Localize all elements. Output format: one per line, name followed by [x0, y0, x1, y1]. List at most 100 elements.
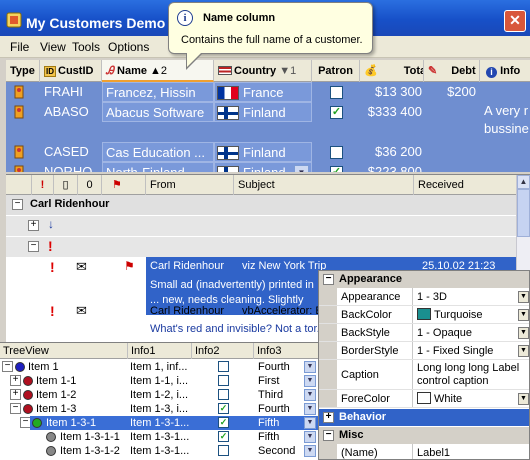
collapse-icon[interactable]: −: [12, 199, 23, 210]
tree-checkbox[interactable]: ✓: [218, 431, 229, 442]
info3-dropdown[interactable]: ▼: [304, 389, 316, 401]
property-value[interactable]: 1 - 3D: [415, 288, 515, 305]
customers-grid[interactable]: Type ID CustID Ꭿ Name ▲2 Country ▼1 Patro…: [6, 60, 530, 172]
tree-checkbox[interactable]: [218, 389, 229, 400]
menu-file[interactable]: File: [10, 40, 29, 54]
tree-row[interactable]: Item 1-3-1-1 Item 1-3-1... ✓ Fifth ▼: [0, 430, 318, 444]
country-dropdown-button[interactable]: ▼: [294, 165, 309, 172]
property-value[interactable]: Turquoise: [415, 306, 515, 323]
tree-row-selected[interactable]: − Item 1-3-1 Item 1-3-1... ✓ Fifth ▼: [0, 416, 318, 430]
info3-dropdown[interactable]: ▼: [304, 375, 316, 387]
table-row[interactable]: NORHO North-Finland Finland ▼ ✓ $223 800: [6, 162, 530, 172]
patron-checkbox[interactable]: [330, 146, 343, 159]
cell-name[interactable]: Francez, Hissin: [102, 82, 214, 102]
cell-country[interactable]: France: [214, 82, 312, 102]
collapse-icon[interactable]: −: [323, 430, 334, 441]
info3-dropdown[interactable]: ▼: [304, 361, 316, 373]
property-row[interactable]: Caption Long long long Label control cap…: [319, 360, 529, 390]
info3-dropdown[interactable]: ▼: [304, 445, 316, 457]
collapse-icon[interactable]: −: [10, 403, 21, 414]
property-value[interactable]: 1 - Fixed Single: [415, 342, 515, 359]
tree-row[interactable]: − Item 1-3 Item 1-3, i... ✓ Fourth ▼: [0, 402, 318, 416]
tree-checkbox[interactable]: ✓: [218, 417, 229, 428]
expand-icon[interactable]: +: [323, 412, 334, 423]
property-row[interactable]: Appearance 1 - 3D ▼: [319, 288, 529, 306]
info3-dropdown[interactable]: ▼: [304, 431, 316, 443]
collapse-icon[interactable]: −: [2, 361, 13, 372]
dropdown-icon[interactable]: ▼: [518, 345, 529, 357]
col-country[interactable]: Country ▼1: [214, 60, 312, 82]
scroll-up-icon[interactable]: ▲: [517, 175, 530, 189]
tree-checkbox[interactable]: [218, 445, 229, 456]
table-row[interactable]: CASED Cas Education ... Finland $36 200: [6, 142, 530, 162]
collapse-icon[interactable]: −: [28, 241, 39, 252]
mail-subgroup-row[interactable]: − !: [6, 237, 516, 257]
col-from[interactable]: From: [146, 175, 234, 195]
tree-checkbox[interactable]: ✓: [218, 403, 229, 414]
cell-country-combo[interactable]: Finland ▼: [214, 162, 312, 172]
property-grid[interactable]: − Appearance Appearance 1 - 3D ▼ BackCol…: [318, 270, 530, 460]
attachment-icon[interactable]: 0: [78, 175, 102, 195]
info3-dropdown[interactable]: ▼: [304, 417, 316, 429]
cell-country[interactable]: Finland: [214, 142, 312, 162]
col-received[interactable]: Received: [414, 175, 516, 195]
cell-country[interactable]: Finland: [214, 102, 312, 122]
dropdown-icon[interactable]: ▼: [518, 327, 529, 339]
expand-icon[interactable]: +: [10, 375, 21, 386]
col-info2[interactable]: Info2: [192, 343, 254, 359]
cell-name[interactable]: Abacus Software: [102, 102, 214, 122]
patron-checkbox[interactable]: [330, 86, 343, 99]
tree-row[interactable]: + Item 1-1 Item 1-1, i... First ▼: [0, 374, 318, 388]
category-appearance[interactable]: − Appearance: [319, 271, 529, 288]
property-value[interactable]: Label1: [415, 444, 515, 459]
dropdown-icon[interactable]: ▼: [518, 393, 529, 405]
dropdown-icon[interactable]: ▼: [518, 291, 529, 303]
col-info[interactable]: i Info: [480, 60, 530, 82]
tree-row[interactable]: − Item 1 Item 1, inf... Fourth ▼: [0, 360, 318, 374]
tree-checkbox[interactable]: [218, 361, 229, 372]
cell-name[interactable]: North-Finland: [102, 162, 214, 172]
col-custid[interactable]: ID CustID: [40, 60, 102, 82]
property-row[interactable]: ForeColor White ▼: [319, 390, 529, 408]
expand-icon[interactable]: +: [10, 389, 21, 400]
col-debt[interactable]: ✎ Debt: [424, 60, 480, 82]
patron-checkbox[interactable]: ✓: [330, 106, 343, 119]
patron-checkbox[interactable]: ✓: [330, 166, 343, 172]
expand-icon[interactable]: +: [28, 220, 39, 231]
col-patron[interactable]: Patron: [312, 60, 360, 82]
cell-name[interactable]: Cas Education ...: [102, 142, 214, 162]
mail-group-row[interactable]: − Carl Ridenhour: [6, 195, 516, 215]
category-misc[interactable]: − Misc: [319, 427, 529, 444]
mail-subgroup-row[interactable]: + ↓: [6, 216, 516, 236]
tree-grid[interactable]: TreeView Info1 Info2 Info3 − Item 1 Item…: [0, 342, 318, 460]
document-icon[interactable]: ▯: [54, 175, 78, 195]
menu-view[interactable]: View: [40, 40, 66, 54]
property-value[interactable]: Long long long Label control caption: [415, 360, 527, 389]
scroll-thumb[interactable]: [517, 189, 530, 237]
col-info1[interactable]: Info1: [128, 343, 192, 359]
close-button[interactable]: ✕: [504, 10, 526, 32]
tree-row[interactable]: + Item 1-2 Item 1-2, i... Third ▼: [0, 388, 318, 402]
property-row[interactable]: BackStyle 1 - Opaque ▼: [319, 324, 529, 342]
collapse-icon[interactable]: −: [323, 274, 334, 285]
col-total[interactable]: 💰Total: [360, 60, 424, 82]
menu-tools[interactable]: Tools: [72, 40, 100, 54]
tree-checkbox[interactable]: [218, 375, 229, 386]
col-info3[interactable]: Info3: [254, 343, 318, 359]
property-row[interactable]: BackColor Turquoise ▼: [319, 306, 529, 324]
col-treeview[interactable]: TreeView: [0, 343, 128, 359]
importance-icon[interactable]: !: [32, 175, 54, 195]
message-from[interactable]: Carl Ridenhour: [150, 305, 224, 317]
property-value[interactable]: White: [415, 390, 515, 407]
tree-row[interactable]: Item 1-3-1-2 Item 1-3-1... Second ▼: [0, 444, 318, 458]
property-value[interactable]: 1 - Opaque: [415, 324, 515, 341]
property-row[interactable]: BorderStyle 1 - Fixed Single ▼: [319, 342, 529, 360]
table-row[interactable]: FRAHI Francez, Hissin France $13 300 $20…: [6, 82, 530, 102]
table-row[interactable]: ABASO Abacus Software Finland ✓ $333 400…: [6, 102, 530, 142]
menu-options[interactable]: Options: [108, 40, 149, 54]
col-type[interactable]: Type: [6, 60, 40, 82]
col-subject[interactable]: Subject: [234, 175, 414, 195]
property-row[interactable]: (Name) Label1: [319, 444, 529, 459]
info3-dropdown[interactable]: ▼: [304, 403, 316, 415]
flag-icon[interactable]: ⚑: [102, 175, 146, 195]
